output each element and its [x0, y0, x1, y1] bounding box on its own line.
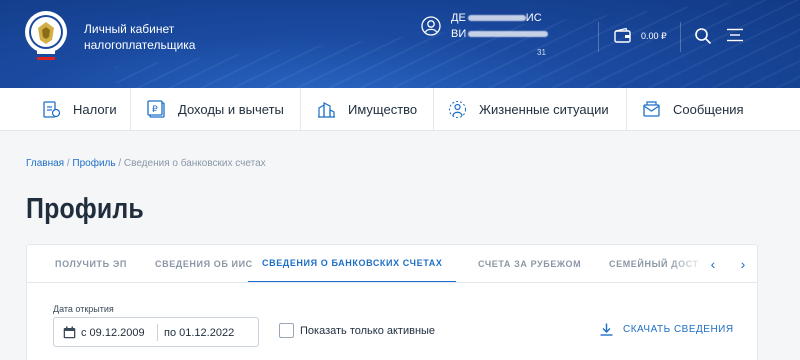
wallet-icon[interactable]: [613, 27, 633, 45]
header-divider: [680, 22, 681, 52]
header-divider: [598, 22, 599, 52]
user-name-line2-start: ВИ: [451, 28, 467, 40]
user-name[interactable]: ДЕ ИС ВИ: [451, 12, 561, 44]
header: Личный кабинет налогоплательщика ДЕ ИС В…: [0, 0, 800, 88]
nav-label: Доходы и вычеты: [178, 102, 284, 117]
calendar-icon[interactable]: [63, 326, 76, 339]
nav-divider: [433, 88, 434, 131]
nav-item-messages[interactable]: Сообщения: [642, 88, 744, 131]
nav-divider: [626, 88, 627, 131]
profile-tabs: ПОЛУЧИТЬ ЭП СВЕДЕНИЯ ОБ ИИС СВЕДЕНИЯ О Б…: [27, 245, 757, 283]
redacted-text: [468, 31, 549, 37]
nav-item-life-situations[interactable]: Жизненные ситуации: [448, 88, 609, 131]
fns-emblem-logo[interactable]: [24, 10, 68, 62]
nav-label: Имущество: [348, 102, 418, 117]
only-active-label[interactable]: Показать только активные: [300, 325, 435, 337]
nav-divider: [300, 88, 301, 131]
tab-get-signature[interactable]: ПОЛУЧИТЬ ЭП: [55, 245, 127, 282]
tabs-prev-arrow-icon[interactable]: ‹: [705, 256, 721, 272]
nav-item-property[interactable]: Имущество: [317, 88, 417, 131]
date-from-value[interactable]: с 09.12.2009: [81, 327, 145, 339]
date-separator: [157, 324, 158, 341]
menu-icon[interactable]: [727, 28, 743, 42]
download-info-button[interactable]: СКАЧАТЬ СВЕДЕНИЯ: [600, 323, 734, 336]
income-icon: ₽: [147, 100, 165, 118]
search-icon[interactable]: [694, 27, 712, 45]
nav-item-taxes[interactable]: Налоги: [42, 88, 117, 131]
only-active-checkbox[interactable]: [279, 323, 294, 338]
nav-label: Налоги: [73, 102, 117, 117]
breadcrumb: Главная / Профиль / Сведения о банковски…: [26, 158, 266, 169]
life-situations-icon: [449, 101, 466, 118]
cabinet-title-line1: Личный кабинет: [84, 22, 175, 36]
nav-label: Сообщения: [673, 102, 744, 117]
cabinet-title[interactable]: Личный кабинет налогоплательщика: [84, 21, 195, 53]
redacted-text: [467, 15, 526, 21]
tabs-next-arrow-icon[interactable]: ›: [735, 256, 751, 272]
date-label: Дата открытия: [53, 304, 114, 314]
tab-iis-info[interactable]: СВЕДЕНИЯ ОБ ИИС: [155, 245, 253, 282]
bank-accounts-card: ПОЛУЧИТЬ ЭП СВЕДЕНИЯ ОБ ИИС СВЕДЕНИЯ О Б…: [26, 244, 758, 360]
nav-item-income[interactable]: ₽ Доходы и вычеты: [147, 88, 284, 131]
tab-bank-accounts[interactable]: СВЕДЕНИЯ О БАНКОВСКИХ СЧЕТАХ: [248, 245, 457, 282]
nav-divider: [130, 88, 131, 131]
date-to-value[interactable]: по 01.12.2022: [164, 327, 234, 339]
svg-text:₽: ₽: [152, 105, 158, 115]
breadcrumb-profile-link[interactable]: Профиль: [72, 158, 115, 169]
user-name-line1-end: ИС: [525, 12, 542, 24]
property-icon: [318, 102, 335, 118]
breadcrumb-separator: /: [115, 158, 124, 169]
user-name-line1-start: ДЕ: [451, 12, 466, 24]
download-label: СКАЧАТЬ СВЕДЕНИЯ: [623, 324, 734, 335]
tab-foreign-accounts[interactable]: СЧЕТА ЗА РУБЕЖОМ: [478, 245, 581, 282]
user-suffix: 31: [537, 48, 546, 57]
cabinet-title-line2: налогоплательщика: [84, 38, 196, 52]
breadcrumb-current: Сведения о банковских счетах: [123, 158, 266, 169]
taxes-icon: [43, 101, 61, 118]
page-title: Профиль: [26, 193, 144, 225]
breadcrumb-home-link[interactable]: Главная: [26, 158, 64, 169]
date-range-field[interactable]: с 09.12.2009 по 01.12.2022: [53, 317, 259, 347]
user-avatar-icon[interactable]: [421, 16, 441, 36]
main-nav: Налоги ₽ Доходы и вычеты Имущество Жизне…: [0, 88, 800, 131]
balance[interactable]: 0.00 ₽: [641, 31, 667, 42]
nav-label: Жизненные ситуации: [479, 102, 609, 117]
messages-icon: [643, 101, 660, 117]
download-icon: [600, 323, 613, 336]
